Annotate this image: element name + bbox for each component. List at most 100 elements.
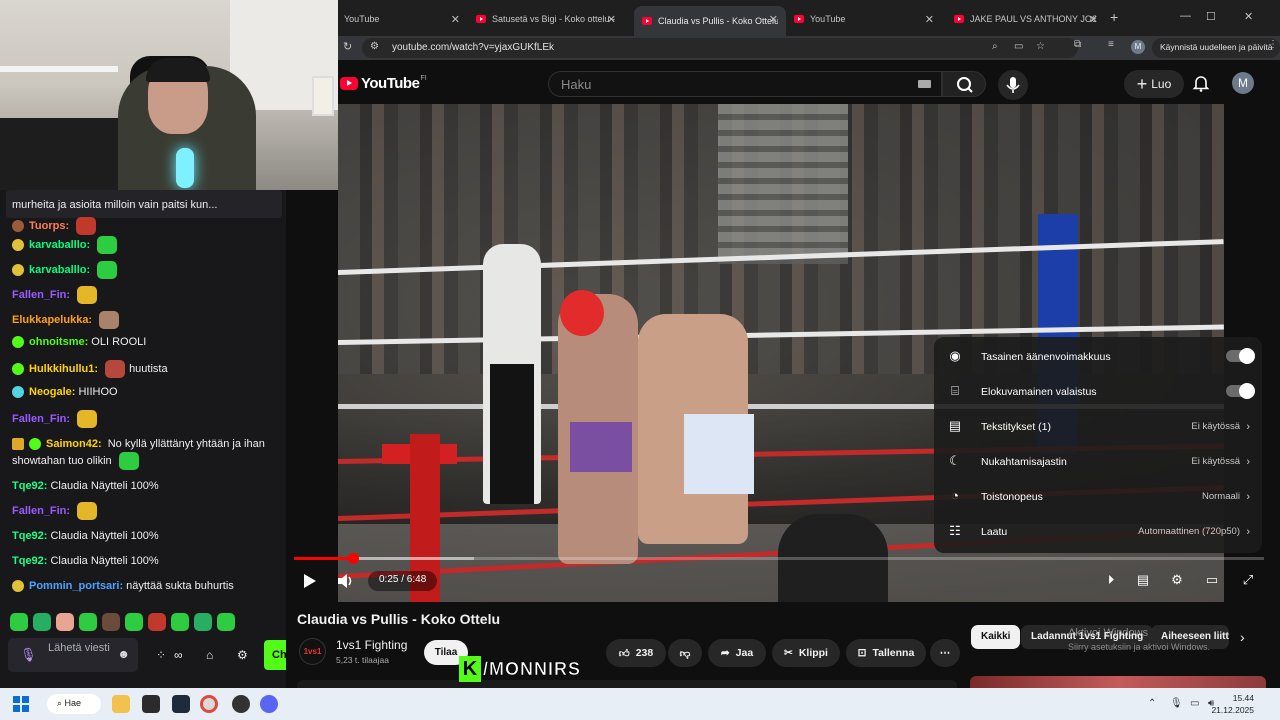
emote-icon[interactable]	[125, 613, 143, 631]
close-tab-icon[interactable]: ✕	[769, 13, 778, 26]
dislike-button[interactable]: 👎︎	[668, 639, 702, 667]
taskbar-clock[interactable]: 15.44 21.12.2025	[1211, 692, 1254, 716]
chip-all[interactable]: Kaikki	[971, 625, 1021, 649]
emote-icon[interactable]	[33, 613, 51, 631]
tray-network-icon[interactable]: ▭	[1190, 698, 1199, 709]
like-button[interactable]: 👍︎ 238	[606, 639, 666, 667]
chat-username[interactable]: Tqe92:	[12, 480, 47, 492]
cast-icon[interactable]: ▭	[1014, 41, 1023, 52]
app-n-icon[interactable]	[142, 695, 160, 713]
chat-username[interactable]: Tqe92:	[12, 530, 47, 542]
chat-commands-icon[interactable]: ⁘	[156, 648, 166, 662]
emote-icon[interactable]	[56, 613, 74, 631]
reading-list-icon[interactable]: ≡	[1108, 39, 1114, 50]
settings-item-quality[interactable]: ☷ Laatu Automaattinen (720p50) ›	[934, 514, 1262, 549]
close-tab-icon[interactable]: ✕	[607, 13, 616, 26]
browser-tab[interactable]: Satusetä vs Bigi - Koko ottelu - ✕	[468, 6, 624, 32]
description-box[interactable]	[297, 680, 957, 688]
stable-volume-toggle[interactable]	[1226, 348, 1255, 364]
browser-tab-active[interactable]: Claudia vs Pullis - Koko Ottelu ✕	[634, 6, 786, 36]
browser-tab[interactable]: YouTube ✕	[786, 6, 942, 32]
maximize-icon[interactable]: ☐	[1206, 10, 1216, 23]
fullscreen-icon[interactable]: ⤢	[1238, 572, 1258, 590]
account-avatar[interactable]: M	[1232, 72, 1254, 94]
discord-icon[interactable]	[260, 695, 278, 713]
chat-username[interactable]: Fallen_Fin:	[12, 413, 70, 425]
microphone-icon[interactable]: 🎙︎	[20, 647, 37, 663]
chevron-right-icon[interactable]: ›	[1240, 629, 1245, 645]
chat-input[interactable]: 🎙︎ Lähetä viesti ☻	[8, 638, 138, 672]
create-button[interactable]: + Luo	[1124, 70, 1184, 98]
chat-username[interactable]: Pommin_portsari:	[29, 580, 123, 592]
chat-username[interactable]: Tuorps:	[29, 220, 69, 232]
settings-item-sleep-timer[interactable]: ☾ Nukahtamisajastin Ei käytössä ›	[934, 444, 1262, 479]
restart-update-button[interactable]: Käynnistä uudelleen ja päivitä	[1152, 38, 1280, 58]
settings-item-subtitles[interactable]: ▤ Tekstitykset (1) Ei käytössä ›	[934, 409, 1262, 444]
settings-gear-icon[interactable]: ⚙	[1167, 572, 1187, 590]
taskbar-search[interactable]: ⌕ Hae	[47, 694, 101, 714]
settings-item-playback-speed[interactable]: ◔ Toistonopeus Normaali ›	[934, 479, 1262, 514]
chat-username[interactable]: karvaballlo:	[29, 239, 90, 251]
clip-button[interactable]: ✂ Klippi	[772, 639, 840, 667]
related-video-thumbnail[interactable]	[970, 676, 1266, 688]
play-icon[interactable]	[301, 573, 317, 589]
search-input[interactable]: Haku	[548, 71, 942, 97]
chat-username[interactable]: Fallen_Fin:	[12, 289, 70, 301]
chat-username[interactable]: Neogale:	[29, 386, 75, 398]
share-button[interactable]: ➦ Jaa	[708, 639, 766, 667]
emote-icon[interactable]	[102, 613, 120, 631]
extensions-icon[interactable]: ⧉	[1074, 39, 1081, 50]
emoji-picker-icon[interactable]: ☻	[117, 647, 130, 661]
browser-tab[interactable]: JAKE PAUL VS ANTHONY JOSHUA ✕	[946, 6, 1106, 32]
browser-menu-icon[interactable]: ⋮	[1268, 39, 1278, 50]
obs-icon[interactable]	[232, 695, 250, 713]
app-v-icon[interactable]	[172, 695, 190, 713]
notifications-bell-icon[interactable]	[1192, 74, 1210, 92]
chrome-icon[interactable]	[200, 695, 218, 713]
windows-start-icon[interactable]	[12, 695, 30, 713]
emote-icon[interactable]	[217, 613, 235, 631]
volume-icon[interactable]	[337, 573, 355, 589]
video-progress-bar[interactable]	[294, 553, 1264, 564]
autoplay-toggle-icon[interactable]: ⏵	[1101, 572, 1121, 590]
chat-username[interactable]: ohnoitsme:	[29, 336, 88, 348]
pinned-message[interactable]: murheita ja asioita milloin vain paitsi …	[6, 190, 282, 218]
chat-username[interactable]: Saimon42:	[46, 438, 102, 450]
settings-item-cinematic-lighting[interactable]: ⌸ Elokuvamainen valaistus	[934, 374, 1262, 409]
subtitles-button-icon[interactable]: ▤	[1133, 572, 1153, 590]
chat-username[interactable]: karvaballlo:	[29, 264, 90, 276]
zoom-icon[interactable]: ⌕	[992, 41, 998, 52]
miniplayer-icon[interactable]: ▭	[1202, 572, 1222, 590]
profile-avatar[interactable]: M	[1131, 40, 1145, 54]
reload-icon[interactable]: ↻	[343, 40, 352, 53]
browser-tab[interactable]: YouTube ✕	[336, 6, 468, 32]
voice-search-button[interactable]	[998, 70, 1028, 100]
keyboard-icon[interactable]	[918, 80, 931, 88]
tray-mic-icon[interactable]: 🎙︎	[1170, 698, 1183, 709]
chat-username[interactable]: Tqe92:	[12, 555, 47, 567]
youtube-logo[interactable]: YouTube FI	[340, 75, 427, 92]
close-tab-icon[interactable]: ✕	[925, 13, 934, 26]
settings-item-stable-volume[interactable]: ◉ Tasainen äänenvoimakkuus	[934, 339, 1262, 374]
emote-icon[interactable]	[10, 613, 28, 631]
search-button[interactable]	[942, 71, 986, 97]
more-actions-button[interactable]: ⋯	[930, 639, 960, 667]
close-window-icon[interactable]: ✕	[1244, 10, 1253, 23]
cinematic-lighting-toggle[interactable]	[1226, 383, 1255, 399]
channel-name[interactable]: 1vs1 Fighting	[336, 638, 407, 652]
infinity-icon[interactable]: ∞	[174, 648, 183, 662]
new-tab-icon[interactable]: +	[1110, 9, 1118, 25]
close-tab-icon[interactable]: ✕	[1089, 13, 1098, 26]
chat-username[interactable]: Fallen_Fin:	[12, 505, 70, 517]
site-info-icon[interactable]: ⚙	[370, 41, 379, 52]
chat-settings-gear-icon[interactable]: ⚙	[237, 648, 248, 662]
chat-username[interactable]: Elukkapelukka:	[12, 314, 92, 326]
emote-icon[interactable]	[79, 613, 97, 631]
file-explorer-icon[interactable]	[112, 695, 130, 713]
chat-username[interactable]: Hulkkihullu1:	[29, 363, 98, 375]
emote-icon[interactable]	[148, 613, 166, 631]
store-icon[interactable]: ⌂	[206, 648, 213, 662]
close-tab-icon[interactable]: ✕	[451, 13, 460, 26]
emote-icon[interactable]	[171, 613, 189, 631]
channel-avatar[interactable]: 1vs1	[299, 638, 326, 665]
